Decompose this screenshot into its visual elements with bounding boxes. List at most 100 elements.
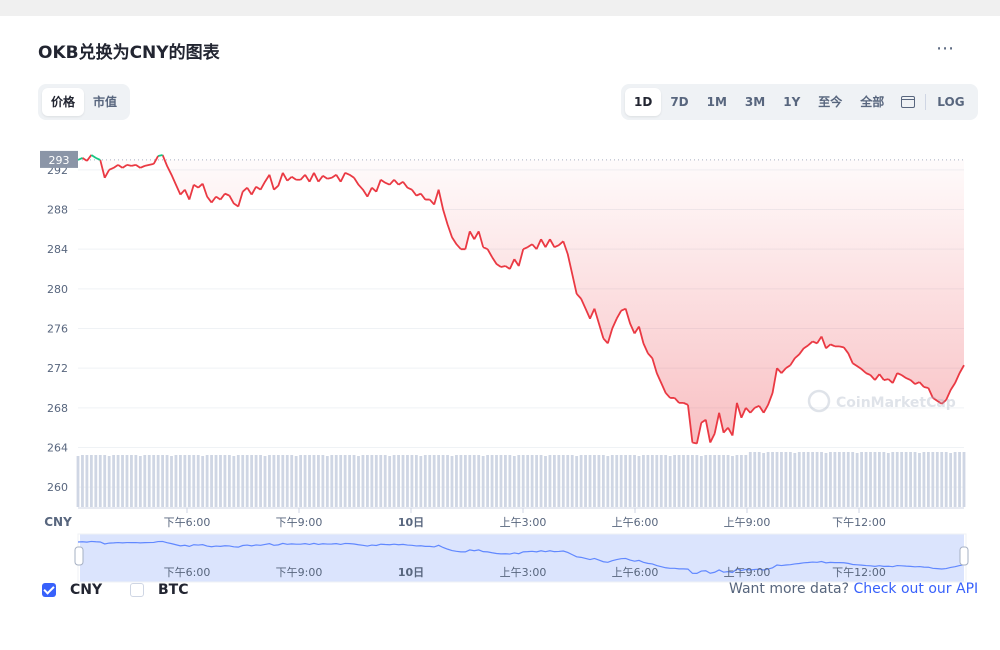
volume-bar — [504, 455, 507, 507]
volume-bar — [744, 455, 748, 507]
volume-bar — [76, 456, 80, 507]
y-tick-label: 268 — [47, 402, 68, 415]
volume-bar — [664, 455, 668, 507]
volume-bar — [361, 455, 365, 507]
volume-bar — [419, 456, 423, 507]
volume-bar — [958, 452, 961, 507]
volume-bar — [668, 456, 672, 507]
volume-bar — [232, 456, 236, 507]
volume-bar — [677, 455, 681, 507]
volume-bar — [637, 456, 641, 507]
legend-btc[interactable]: BTC — [130, 582, 189, 598]
volume-bar — [441, 455, 445, 507]
navigator-handle-left[interactable] — [74, 546, 84, 566]
volume-bar — [882, 452, 886, 507]
volume-bar — [161, 455, 164, 507]
volume-bar — [143, 455, 147, 507]
volume-bar — [223, 455, 227, 507]
volume-bar — [864, 452, 868, 507]
price-chart[interactable]: 292288284280276272268264260293CoinMarket… — [0, 0, 1000, 650]
volume-bar — [682, 455, 685, 507]
volume-bar — [878, 452, 881, 507]
btc-checkbox-icon[interactable] — [130, 583, 144, 597]
volume-bar — [628, 455, 632, 507]
volume-bar — [317, 455, 320, 507]
volume-bar — [949, 453, 953, 507]
volume-bar — [410, 455, 414, 507]
volume-bar — [459, 455, 463, 507]
volume-bar — [953, 452, 957, 507]
volume-bar — [81, 455, 84, 507]
volume-bar — [437, 455, 441, 507]
legend-btc-label: BTC — [158, 582, 189, 598]
volume-bar — [321, 455, 325, 507]
volume-bar — [940, 452, 944, 507]
volume-bar — [276, 455, 280, 507]
volume-bar — [909, 452, 912, 507]
cny-checkbox-icon[interactable] — [42, 583, 56, 597]
volume-bar — [94, 455, 98, 507]
x-tick-label: 上午6:00 — [612, 516, 659, 529]
volume-bar — [303, 455, 307, 507]
api-link[interactable]: Check out our API — [853, 581, 978, 597]
navigator-tick-label: 下午12:00 — [832, 566, 886, 579]
volume-bar — [383, 455, 387, 507]
volume-bar — [918, 453, 921, 507]
volume-bar — [526, 455, 530, 507]
volume-bar — [699, 456, 703, 507]
volume-bar — [401, 455, 405, 507]
volume-bar — [837, 452, 841, 507]
volume-bar — [717, 455, 721, 507]
volume-bar — [588, 455, 592, 507]
volume-bar — [584, 455, 587, 507]
volume-bar — [913, 452, 917, 507]
volume-bar — [138, 456, 142, 507]
api-promo-text: Want more data? — [729, 581, 854, 597]
volume-bar — [268, 455, 271, 507]
volume-bar — [552, 455, 556, 507]
legend-cny[interactable]: CNY — [42, 582, 102, 598]
y-tick-label: 288 — [47, 204, 68, 217]
volume-bar — [535, 455, 538, 507]
volume-bar — [869, 452, 872, 507]
volume-bar — [530, 455, 534, 507]
volume-bar — [508, 455, 512, 507]
volume-bar — [281, 455, 285, 507]
volume-bar — [593, 455, 596, 507]
volume-bar — [757, 452, 761, 507]
volume-bar — [544, 456, 547, 507]
volume-bar — [89, 455, 93, 507]
volume-bar — [748, 452, 752, 507]
x-tick-label: 下午12:00 — [832, 516, 886, 529]
volume-bar — [388, 456, 392, 507]
volume-bar — [548, 455, 552, 507]
volume-bar — [107, 456, 111, 507]
volume-bar — [686, 455, 690, 507]
volume-bar — [259, 455, 262, 507]
volume-bar — [352, 455, 356, 507]
volume-bar — [254, 455, 258, 507]
volume-bar — [775, 452, 779, 507]
volume-bar — [517, 455, 521, 507]
volume-bar — [704, 455, 708, 507]
volume-bar — [708, 455, 712, 507]
volume-bar — [174, 455, 178, 507]
current-price-label: 293 — [49, 154, 70, 167]
x-tick-label: 上午9:00 — [724, 516, 771, 529]
volume-bar — [365, 455, 369, 507]
volume-bar — [299, 455, 303, 507]
navigator-handle-right[interactable] — [959, 546, 969, 566]
volume-bar — [477, 455, 481, 507]
volume-bar — [646, 455, 650, 507]
volume-bar — [85, 455, 89, 507]
volume-bar — [147, 455, 151, 507]
volume-bar — [695, 455, 699, 507]
volume-bar — [797, 452, 801, 507]
volume-bar — [944, 452, 948, 507]
volume-bar — [499, 455, 503, 507]
y-tick-label: 280 — [47, 283, 68, 296]
volume-bar — [112, 455, 116, 507]
volume-bar — [125, 455, 129, 507]
volume-bar — [348, 455, 351, 507]
volume-bar — [726, 455, 730, 507]
